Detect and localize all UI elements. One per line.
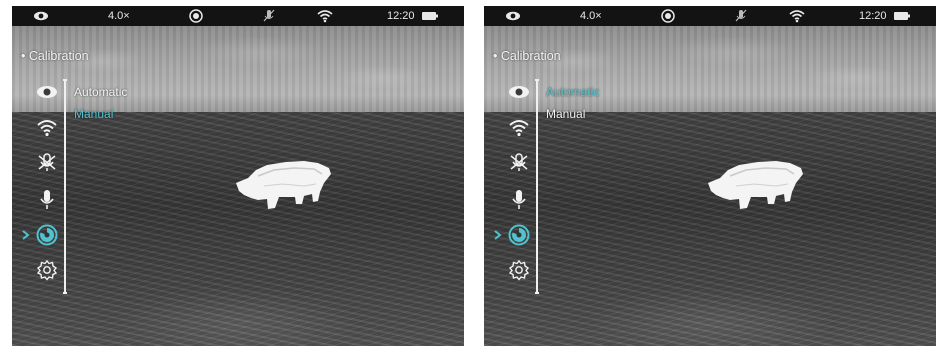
- microphone-off-icon[interactable]: [508, 151, 530, 173]
- status-bar: 4.0× 12:20: [12, 6, 464, 26]
- selection-arrow-icon: [494, 230, 502, 240]
- option-manual[interactable]: Manual: [74, 107, 113, 121]
- status-bar: 4.0× 12:20: [484, 6, 936, 26]
- menu-title: • Calibration: [21, 49, 89, 63]
- thermal-sky-background: [484, 26, 936, 112]
- microphone-icon[interactable]: [508, 188, 530, 210]
- menu-rail: [63, 79, 67, 294]
- calibration-icon[interactable]: [36, 224, 58, 246]
- thermal-animal-boar: [236, 161, 331, 209]
- thermal-field-background: [484, 112, 936, 346]
- recording-mode-icon: [188, 6, 204, 26]
- microphone-icon[interactable]: [36, 188, 58, 210]
- wifi-icon[interactable]: [508, 116, 530, 138]
- option-automatic[interactable]: Automatic: [74, 85, 127, 99]
- wifi-icon: [316, 6, 334, 26]
- settings-icon[interactable]: [508, 259, 530, 281]
- option-automatic[interactable]: Automatic: [546, 85, 599, 99]
- wifi-icon: [788, 6, 806, 26]
- microphone-off-icon: [734, 6, 748, 26]
- eye-icon[interactable]: [508, 81, 530, 103]
- battery-icon: [893, 6, 911, 26]
- eye-icon[interactable]: [36, 81, 58, 103]
- thermal-viewfinder-screen: 4.0× 12:20 • Calibration Automatic Manua…: [484, 6, 936, 346]
- battery-icon: [421, 6, 439, 26]
- zoom-level: 4.0×: [108, 10, 130, 22]
- eye-icon: [505, 6, 521, 26]
- clock-time: 12:20: [859, 10, 887, 22]
- calibration-icon[interactable]: [508, 224, 530, 246]
- menu-rail: [535, 79, 539, 294]
- microphone-off-icon[interactable]: [36, 151, 58, 173]
- thermal-sky-background: [12, 26, 464, 112]
- microphone-off-icon: [262, 6, 276, 26]
- settings-icon[interactable]: [36, 259, 58, 281]
- recording-mode-icon: [660, 6, 676, 26]
- option-manual[interactable]: Manual: [546, 107, 585, 121]
- menu-title: • Calibration: [493, 49, 561, 63]
- wifi-icon[interactable]: [36, 116, 58, 138]
- thermal-viewfinder-screen: 4.0× 12:20 • Calibration Automatic Manua…: [12, 6, 464, 346]
- zoom-level: 4.0×: [580, 10, 602, 22]
- selection-arrow-icon: [22, 230, 30, 240]
- clock-time: 12:20: [387, 10, 415, 22]
- thermal-animal-boar: [708, 161, 803, 209]
- thermal-field-background: [12, 112, 464, 346]
- eye-icon: [33, 6, 49, 26]
